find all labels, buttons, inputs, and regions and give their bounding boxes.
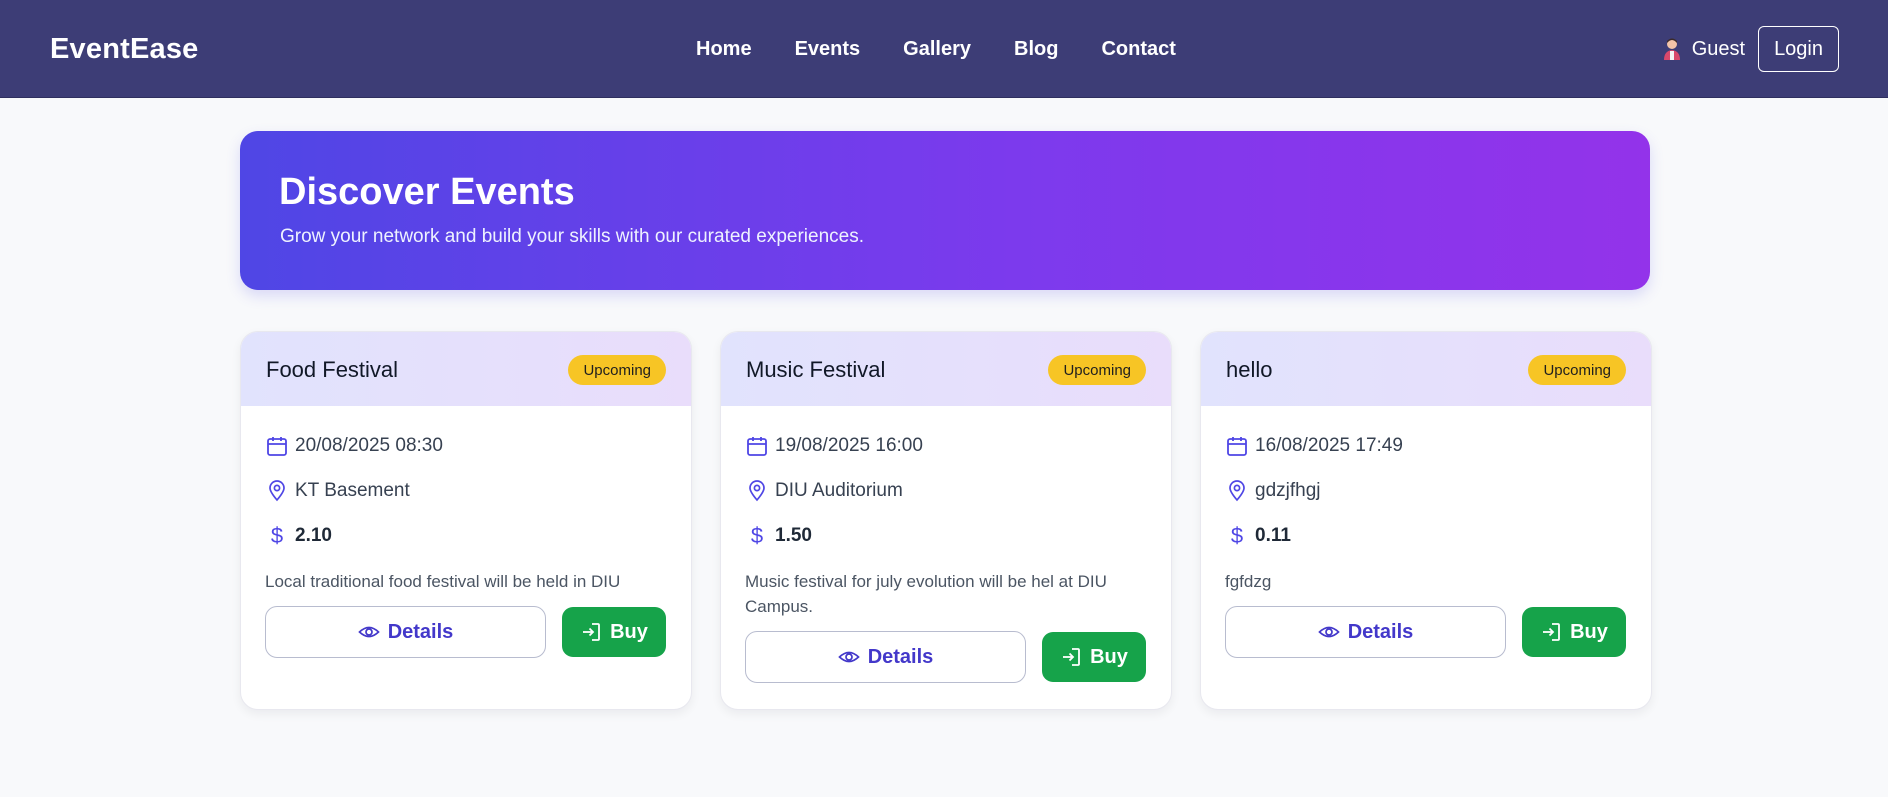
eye-icon xyxy=(357,621,380,643)
details-button-label: Details xyxy=(1347,620,1414,643)
nav-link-events[interactable]: Events xyxy=(795,38,861,61)
event-card-header: Music Festival Upcoming xyxy=(721,332,1171,406)
event-card: hello Upcoming 16/08/2025 17:49 gdzjfhgj… xyxy=(1200,331,1652,710)
dollar-icon: $ xyxy=(750,523,764,548)
event-location-row: gdzjfhgj xyxy=(1225,479,1321,503)
nav-link-blog[interactable]: Blog xyxy=(1014,38,1058,61)
calendar-icon xyxy=(1225,434,1249,458)
dollar-icon: $ xyxy=(270,523,284,548)
sign-in-icon xyxy=(580,621,602,643)
calendar-icon xyxy=(745,434,769,458)
sign-in-icon xyxy=(1540,621,1562,643)
event-description: Local traditional food festival will be … xyxy=(265,572,621,591)
event-price-row: $ 1.50 xyxy=(745,523,812,548)
event-location: gdzjfhgj xyxy=(1255,480,1321,501)
buy-button[interactable]: Buy xyxy=(1522,607,1626,657)
details-button-label: Details xyxy=(867,645,934,668)
event-price: 0.11 xyxy=(1255,525,1291,546)
guest-label: Guest xyxy=(1691,37,1746,60)
event-title[interactable]: Music Festival xyxy=(746,357,885,383)
event-datetime-row: 16/08/2025 17:49 xyxy=(1225,434,1403,458)
event-location: DIU Auditorium xyxy=(775,480,903,501)
event-price: 1.50 xyxy=(775,525,812,546)
nav-link-contact[interactable]: Contact xyxy=(1101,38,1175,61)
sign-in-icon xyxy=(1060,646,1082,668)
event-datetime: 19/08/2025 16:00 xyxy=(775,435,923,456)
event-location-row: DIU Auditorium xyxy=(745,479,903,503)
status-badge: Upcoming xyxy=(1528,355,1626,385)
event-price-row: $ 0.11 xyxy=(1225,523,1291,548)
main-nav: Home Events Gallery Blog Contact xyxy=(696,38,1176,61)
event-title[interactable]: hello xyxy=(1226,357,1272,383)
status-badge: Upcoming xyxy=(1048,355,1146,385)
event-datetime-row: 19/08/2025 16:00 xyxy=(745,434,923,458)
event-description: Music festival for july evolution will b… xyxy=(745,572,1107,616)
eye-icon xyxy=(837,646,860,668)
details-button[interactable]: Details xyxy=(745,631,1026,683)
top-navbar: EventEase Home Events Gallery Blog Conta… xyxy=(0,0,1888,98)
login-button[interactable]: Login xyxy=(1758,26,1839,72)
hero-subtitle: Grow your network and build your skills … xyxy=(280,226,864,247)
event-location: KT Basement xyxy=(295,480,410,501)
event-title[interactable]: Food Festival xyxy=(266,357,398,383)
buy-button[interactable]: Buy xyxy=(562,607,666,657)
nav-link-home[interactable]: Home xyxy=(696,38,752,61)
event-card-header: Food Festival Upcoming xyxy=(241,332,691,406)
buy-button-label: Buy xyxy=(610,620,648,643)
event-datetime-row: 20/08/2025 08:30 xyxy=(265,434,443,458)
map-pin-icon xyxy=(265,479,289,503)
event-card: Music Festival Upcoming 19/08/2025 16:00… xyxy=(720,331,1172,710)
buy-button-label: Buy xyxy=(1090,645,1128,668)
map-pin-icon xyxy=(745,479,769,503)
status-badge: Upcoming xyxy=(568,355,666,385)
event-description: fgfdzg xyxy=(1225,572,1272,591)
calendar-icon xyxy=(265,434,289,458)
event-price: 2.10 xyxy=(295,525,332,546)
event-location-row: KT Basement xyxy=(265,479,410,503)
hero-title: Discover Events xyxy=(279,171,575,213)
event-card-header: hello Upcoming xyxy=(1201,332,1651,406)
details-button[interactable]: Details xyxy=(1225,606,1506,658)
buy-button[interactable]: Buy xyxy=(1042,632,1146,682)
event-datetime: 20/08/2025 08:30 xyxy=(295,435,443,456)
user-avatar-icon xyxy=(1661,37,1683,61)
dollar-icon: $ xyxy=(1230,523,1244,548)
hero-banner: Discover Events Grow your network and bu… xyxy=(240,131,1650,290)
event-card: Food Festival Upcoming 20/08/2025 08:30 … xyxy=(240,331,692,710)
buy-button-label: Buy xyxy=(1570,620,1608,643)
brand-logo[interactable]: EventEase xyxy=(50,33,199,66)
map-pin-icon xyxy=(1225,479,1249,503)
nav-link-gallery[interactable]: Gallery xyxy=(903,38,971,61)
user-area: Guest Login xyxy=(1661,25,1839,73)
event-datetime: 16/08/2025 17:49 xyxy=(1255,435,1403,456)
details-button[interactable]: Details xyxy=(265,606,546,658)
details-button-label: Details xyxy=(387,620,454,643)
eye-icon xyxy=(1317,621,1340,643)
event-price-row: $ 2.10 xyxy=(265,523,332,548)
